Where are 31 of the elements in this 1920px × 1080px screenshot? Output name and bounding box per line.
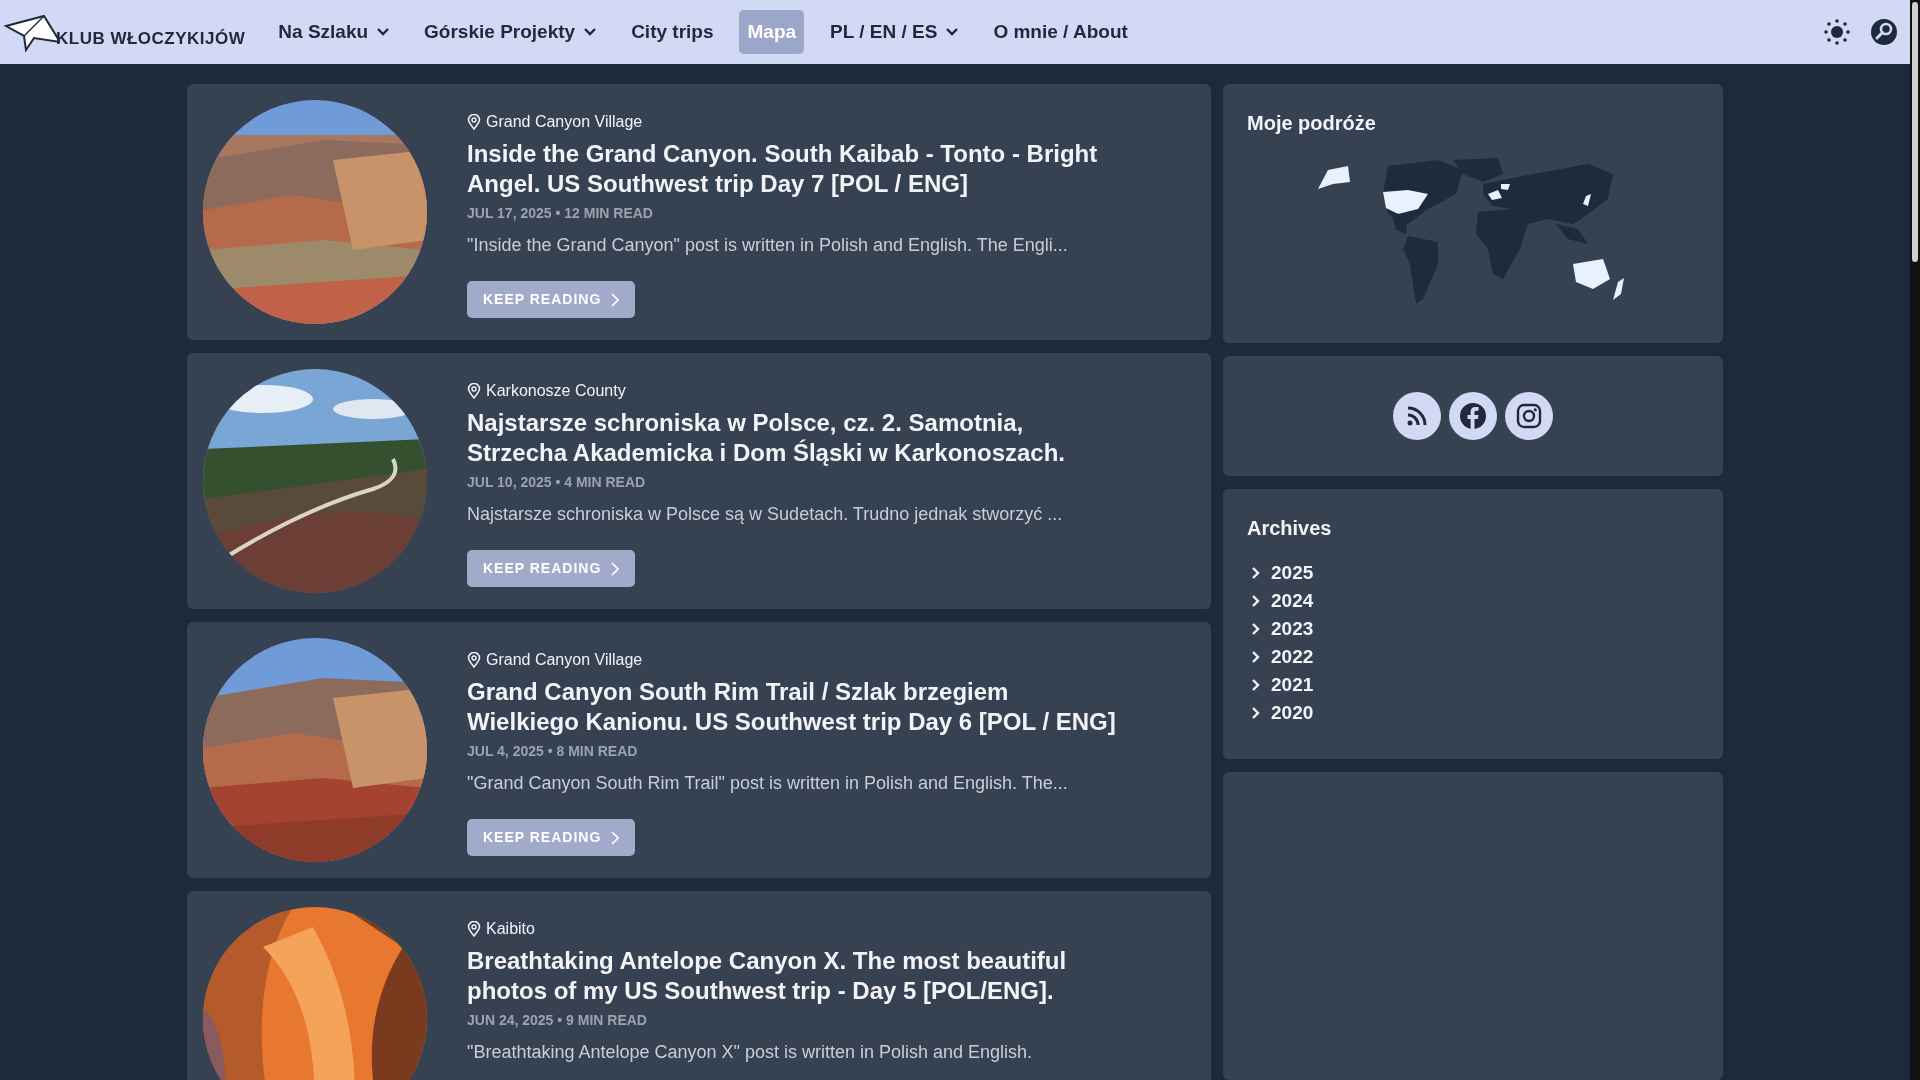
- post-excerpt: Najstarsze schroniska w Polsce są w Sudetach. Trudno jednak stworzyć ...: [467, 503, 1064, 526]
- archive-year[interactable]: 2020: [1247, 699, 1314, 727]
- location-label: Karkonosze County: [486, 381, 626, 401]
- post-title[interactable]: Inside the Grand Canyon. South Kaibab - Tonto - Bright Angel. US Southwest trip Day 7 [POL / ENG]: [467, 139, 1117, 199]
- archive-year[interactable]: 2023: [1247, 615, 1314, 643]
- nav-link[interactable]: Górskie Projekty: [416, 9, 606, 55]
- post-excerpt: "Inside the Grand Canyon" post is written in Polish and English. The Engli...: [467, 234, 1069, 257]
- location-label: Kaibito: [486, 919, 535, 939]
- location-label: Grand Canyon Village: [486, 650, 643, 670]
- archive-year[interactable]: 2024: [1247, 587, 1314, 615]
- brand-name: KLUB WŁOCZYKIJÓW: [56, 28, 246, 50]
- archive-year[interactable]: 2022: [1247, 643, 1314, 671]
- post-excerpt: "Breathtaking Antelope Canyon X" post is written in Polish and English.: [467, 1041, 1034, 1064]
- post-title[interactable]: Najstarsze schroniska w Polsce, cz. 2. Samotnia, Strzecha Akademicka i Dom Śląski w Karkonoszach.: [467, 408, 1117, 468]
- archive-year[interactable]: 2025: [1247, 559, 1314, 587]
- location-label: Grand Canyon Village: [486, 112, 643, 132]
- post-title[interactable]: Breathtaking Antelope Canyon X. The most beautiful photos of my US Southwest trip - Day 5 [POL/ENG].: [467, 946, 1117, 1006]
- nav-link[interactable]: Na Szlaku: [270, 9, 399, 55]
- post-meta: JUL 10, 2025 • 4 MIN READ: [467, 473, 647, 492]
- nav-link[interactable]: PL / EN / ES: [822, 9, 968, 55]
- archive-year[interactable]: 2021: [1247, 671, 1314, 699]
- nav-link[interactable]: O mnie / About: [985, 9, 1136, 55]
- map-title: Moje podróże: [1247, 111, 1377, 136]
- post-excerpt: "Grand Canyon South Rim Trail" post is written in Polish and English. The...: [467, 772, 1069, 795]
- post-meta: JUN 24, 2025 • 9 MIN READ: [467, 1011, 648, 1030]
- brand-logo[interactable]: KLUB WŁOCZYKIJÓW: [4, 12, 246, 52]
- post-meta: JUL 4, 2025 • 8 MIN READ: [467, 742, 639, 761]
- post-meta: JUL 17, 2025 • 12 MIN READ: [467, 204, 654, 223]
- post-title[interactable]: Grand Canyon South Rim Trail / Szlak brzegiem Wielkiego Kanionu. US Southwest trip Day 6 [POL / ENG]: [467, 677, 1117, 737]
- archives-title: Archives: [1247, 516, 1333, 541]
- nav-link[interactable]: City trips: [623, 9, 722, 55]
